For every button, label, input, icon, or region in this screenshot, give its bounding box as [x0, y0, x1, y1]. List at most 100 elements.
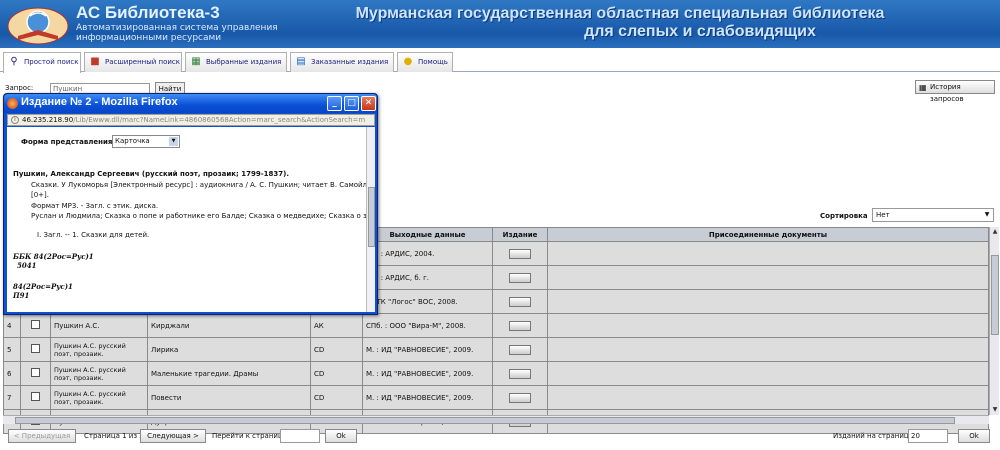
cell-publication: М. : ИД "РАВНОВЕСИЕ", 2009. [362, 361, 493, 386]
popup-scrollbar[interactable] [366, 127, 375, 312]
tab-label: Заказанные издания [311, 58, 389, 66]
popup-title: Издание № 2 - Mozilla Firefox [21, 96, 178, 108]
brand: АС Библиотека-3 Автоматизированная систе… [76, 3, 278, 43]
close-button[interactable]: ✕ [361, 96, 376, 111]
cell-publication: тва : АРДИС, б. г. [362, 265, 493, 290]
scroll-thumb[interactable] [991, 255, 999, 335]
record-line: I. Загл. -- 1. Сказки для детей. [37, 230, 150, 239]
url-host: 46.235.218.90 [22, 116, 74, 124]
scroll-up-icon[interactable]: ▲ [990, 227, 1000, 237]
cell-author: Пушкин А.С. русский поэт, прозаик. [50, 385, 148, 410]
column-header: Издание [492, 227, 548, 242]
edition-button[interactable] [509, 368, 531, 379]
tab-selected-items[interactable]: ▦ Выбранные издания [185, 52, 287, 72]
edition-button[interactable] [509, 272, 531, 283]
vertical-scrollbar[interactable]: ▲ ▼ [989, 227, 999, 415]
bbk-code: ББК 84(2Рос=Рус)1 5041 [13, 252, 94, 270]
history-icon: ▦ [919, 83, 927, 92]
popup-content: Форма представления Карточка ▼ Пушкин, А… [7, 127, 375, 312]
cell-type: CD [310, 337, 363, 362]
tab-help[interactable]: ● Помощь [397, 52, 453, 72]
table-row[interactable]: 6 Пушкин А.С. русский поэт, прозаик. Мал… [3, 361, 989, 386]
prev-page-button[interactable]: < Предыдущая [8, 429, 76, 443]
cell-author: Пушкин А.С. русский поэт, прозаик. [50, 337, 148, 362]
cell-title: Маленькие трагедии. Драмы [147, 361, 311, 386]
cell-title: Лирика [147, 337, 311, 362]
maximize-button[interactable]: □ [344, 96, 359, 111]
url-path: /Lib/Ewww.dll/marc?NameLink=4860860568Ac… [73, 116, 366, 124]
scroll-down-icon[interactable]: ▼ [990, 405, 1000, 415]
row-checkbox[interactable] [31, 344, 40, 353]
minimize-button[interactable]: _ [327, 96, 342, 111]
library-name: Мурманская государственная областная спе… [310, 5, 930, 41]
popup-titlebar[interactable]: Издание № 2 - Mozilla Firefox _ □ ✕ [4, 94, 377, 113]
cell-publication: ИПТК "Логос" ВОС, 2008. [362, 289, 493, 314]
bbk-line: ББК 84(2Рос=Рус)1 [13, 252, 94, 261]
format-label: Форма представления [21, 138, 113, 146]
format-select[interactable]: Карточка ▼ [112, 135, 180, 148]
format-value: Карточка [115, 137, 150, 145]
tab-label: Выбранные издания [206, 58, 282, 66]
sort-value: Нет [876, 211, 890, 219]
record-line: Руслан и Людмила; Сказка о попе и работн… [31, 212, 371, 220]
edition-button[interactable] [509, 392, 531, 403]
sort-select[interactable]: Нет ▼ [872, 208, 994, 222]
history-button-label: История запросов [930, 83, 964, 103]
url-bar[interactable]: i 46.235.218.90/Lib/Ewww.dll/marc?NameLi… [7, 114, 375, 126]
history-button[interactable]: ▦ История запросов [915, 80, 995, 103]
edition-button[interactable] [509, 248, 531, 259]
order-icon: ▤ [296, 56, 306, 67]
record-line: [0+]. [31, 191, 50, 199]
cell-number: 5 [3, 337, 21, 362]
cell-number: 4 [3, 313, 21, 338]
cell-author: Пушкин А.С. [50, 313, 148, 338]
next-page-button[interactable]: Следующая > [140, 429, 206, 443]
goto-ok-button[interactable]: Ok [325, 429, 357, 443]
record-line: Сказки. У Лукоморья [Электронный ресурс]… [31, 180, 368, 189]
header-banner: АС Библиотека-3 Автоматизированная систе… [0, 0, 1000, 48]
app-subtitle: информационными ресурсами [76, 33, 222, 43]
page-info: Страница 1 из 2 [84, 432, 144, 440]
lightbulb-icon: ● [403, 56, 413, 67]
cell-publication: тва : АРДИС, 2004. [362, 241, 493, 266]
edition-button[interactable] [509, 320, 531, 331]
tab-label: Помощь [418, 58, 448, 66]
cell-publication: СПб. : ООО "Вира-М", 2008. [362, 313, 493, 338]
info-icon: i [11, 116, 19, 124]
library-name-line: Мурманская государственная областная спе… [355, 5, 885, 22]
edition-button[interactable] [509, 296, 531, 307]
horizontal-scrollbar[interactable] [3, 415, 989, 424]
cell-type: CD [310, 385, 363, 410]
cell-type: АК [310, 313, 363, 338]
scroll-thumb[interactable] [368, 187, 375, 247]
table-row[interactable]: 4 Пушкин А.С. Кирджали АК СПб. : ООО "Ви… [3, 313, 989, 338]
book-icon: ■ [90, 56, 100, 67]
row-checkbox[interactable] [31, 320, 40, 329]
tab-advanced-search[interactable]: ■ Расширенный поиск [84, 52, 182, 72]
popup-window: Издание № 2 - Mozilla Firefox _ □ ✕ i 46… [3, 93, 378, 315]
table-row[interactable]: 5 Пушкин А.С. русский поэт, прозаик. Лир… [3, 337, 989, 362]
per-page-input[interactable]: 20 [908, 429, 948, 443]
library-logo [7, 7, 69, 45]
cell-title: Повести [147, 385, 311, 410]
per-page-ok-button[interactable]: Ok [958, 429, 990, 443]
column-header: Выходные данные [362, 227, 493, 242]
tab-simple-search[interactable]: ⚲ Простой поиск [3, 52, 81, 73]
row-checkbox[interactable] [31, 368, 40, 377]
cell-publication: М. : ИД "РАВНОВЕСИЕ", 2009. [362, 337, 493, 362]
goto-page-input[interactable] [280, 429, 320, 443]
column-header: Присоединенные документы [547, 227, 989, 242]
chevron-down-icon: ▼ [984, 211, 990, 218]
tab-label: Расширенный поиск [105, 58, 181, 66]
table-row[interactable]: 7 Пушкин А.С. русский поэт, прозаик. Пов… [3, 385, 989, 410]
tab-label: Простой поиск [24, 58, 79, 66]
cell-number: 7 [3, 385, 21, 410]
scroll-thumb[interactable] [15, 417, 955, 424]
bbk-code: 84(2Рос=Рус)1 П91 [13, 282, 73, 300]
tab-ordered-items[interactable]: ▤ Заказанные издания [290, 52, 394, 72]
edition-button[interactable] [509, 344, 531, 355]
goto-page-label: Перейти к странице [212, 432, 288, 440]
record-heading: Пушкин, Александр Сергеевич (русский поэ… [13, 170, 290, 178]
row-checkbox[interactable] [31, 392, 40, 401]
record-line: Формат МР3. - Загл. с этик. диска. [31, 201, 159, 210]
